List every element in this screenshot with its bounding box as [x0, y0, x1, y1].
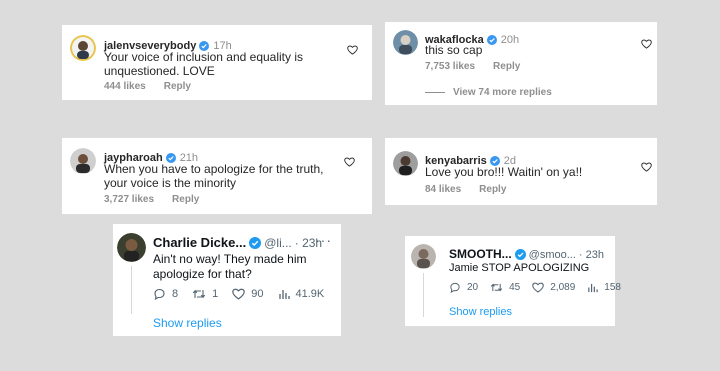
verified-badge-icon — [486, 35, 497, 45]
avatar[interactable] — [70, 35, 96, 61]
tweet-card-smooth: SMOOTH... @smoo... · 23h Jamie STOP APOLOG… — [405, 236, 621, 326]
thread-line — [423, 273, 424, 317]
avatar[interactable] — [70, 148, 96, 174]
reply-link[interactable]: Reply — [172, 194, 199, 205]
reply-action[interactable]: 8 — [153, 288, 178, 300]
tweet-time: · 23h — [578, 249, 604, 261]
likes-count[interactable]: 3,727 likes — [104, 194, 154, 205]
like-count: 90 — [251, 288, 264, 300]
display-name[interactable]: Charlie Dicke... — [153, 235, 246, 250]
comment-card-waka: wakaflocka 20h this so cap 7,753 likes Rep… — [385, 22, 657, 105]
heart-icon[interactable] — [344, 157, 355, 167]
heart-icon[interactable] — [347, 45, 358, 55]
display-name[interactable]: SMOOTH... — [449, 247, 512, 261]
comment-card-jay: jaypharoah 21h When you have to apologize… — [62, 138, 372, 214]
views-action[interactable]: 41.9K — [278, 288, 325, 300]
views-chart-icon — [278, 290, 290, 299]
tweet-card-charlie: Charlie Dicke... @li... · 23h ··· Ain't no… — [113, 224, 341, 336]
avatar[interactable] — [393, 30, 418, 55]
view-more-replies[interactable]: View 74 more replies — [425, 87, 552, 98]
handle[interactable]: @smoo... — [529, 249, 576, 261]
comment-card-jalen: jalenvseverybody 17h Your voice of inclus… — [62, 25, 372, 100]
view-more-label: View 74 more replies — [453, 87, 552, 98]
comment-meta: 7,753 likes Reply — [425, 61, 538, 72]
reply-icon — [450, 282, 460, 293]
comment-card-kenya: kenyabarris 2d Love you bro!!! Waitin' on… — [385, 138, 657, 205]
reply-link[interactable]: Reply — [164, 81, 191, 92]
views-action[interactable]: 158 — [587, 282, 621, 293]
comment-time: 20h — [500, 34, 520, 46]
likes-count[interactable]: 444 likes — [104, 81, 146, 92]
likes-count[interactable]: 84 likes — [425, 184, 461, 195]
comment-meta: 3,727 likes Reply — [104, 194, 217, 205]
show-replies-link[interactable]: Show replies — [449, 306, 512, 318]
avatar[interactable] — [117, 233, 146, 262]
tweet-header: Charlie Dicke... @li... · 23h — [153, 234, 322, 252]
tweet-actions: 20 45 2,089 158 — [449, 282, 621, 293]
thread-line — [131, 266, 132, 314]
tweet-actions: 8 1 90 41.9K — [153, 288, 338, 300]
retweet-action[interactable]: 1 — [192, 288, 218, 300]
heart-icon[interactable] — [641, 162, 652, 172]
verified-badge-icon — [514, 249, 526, 260]
reply-action[interactable]: 20 — [449, 282, 478, 293]
verified-badge-icon — [249, 237, 262, 249]
reply-link[interactable]: Reply — [479, 184, 506, 195]
tweet-text: Ain't no way! They made him apologize fo… — [153, 252, 307, 281]
comment-meta: 84 likes Reply — [425, 184, 524, 195]
comment-meta: 444 likes Reply — [104, 81, 209, 92]
tweet-text: Jamie STOP APOLOGIZING — [449, 262, 590, 274]
reply-link[interactable]: Reply — [493, 61, 520, 72]
retweet-icon — [490, 283, 503, 292]
avatar[interactable] — [393, 151, 418, 176]
heart-icon — [232, 288, 246, 300]
like-count: 2,089 — [550, 282, 576, 293]
reply-icon — [154, 288, 165, 300]
like-action[interactable]: 2,089 — [532, 282, 575, 293]
comment-text: Your voice of inclusion and equality is … — [104, 50, 304, 78]
avatar[interactable] — [411, 244, 436, 269]
comment-text: Love you bro!!! Waitin' on ya!! — [425, 165, 583, 179]
retweet-action[interactable]: 45 — [490, 282, 520, 293]
retweet-count: 45 — [509, 282, 521, 293]
reply-count: 8 — [172, 288, 179, 300]
handle[interactable]: @li... — [264, 236, 292, 250]
retweet-count: 1 — [212, 288, 219, 300]
more-options-icon[interactable]: ··· — [315, 232, 332, 248]
heart-icon[interactable] — [641, 39, 652, 49]
reply-count: 20 — [467, 282, 479, 293]
likes-count[interactable]: 7,753 likes — [425, 61, 475, 72]
heart-icon — [532, 282, 545, 293]
comment-text: this so cap — [425, 43, 483, 57]
like-action[interactable]: 90 — [232, 288, 264, 300]
views-chart-icon — [588, 283, 598, 293]
divider — [425, 91, 445, 93]
show-replies-link[interactable]: Show replies — [153, 316, 222, 330]
comment-text: When you have to apologize for the truth… — [104, 162, 324, 190]
views-count: 158 — [604, 282, 621, 293]
views-count: 41.9K — [295, 288, 325, 300]
retweet-icon — [192, 289, 206, 299]
